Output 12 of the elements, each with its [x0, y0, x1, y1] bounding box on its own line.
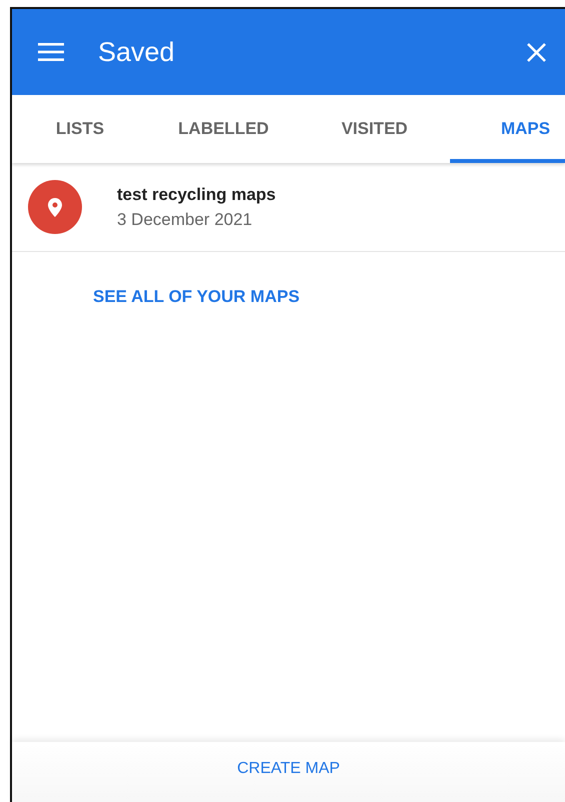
map-date: 3 December 2021: [117, 209, 254, 231]
menu-icon[interactable]: [38, 43, 64, 61]
tab[interactable]: LISTS: [12, 95, 148, 163]
map-title[interactable]: test recycling maps: [117, 182, 276, 207]
see-all-maps-link[interactable]: SEE ALL OF YOUR MAPS: [93, 284, 300, 310]
create-map-button[interactable]: CREATE MAP: [237, 757, 340, 787]
tab[interactable]: LABELLED: [148, 95, 299, 163]
tab[interactable]: MAPS: [450, 95, 565, 163]
header-title: Saved: [98, 36, 176, 69]
close-icon[interactable]: [526, 42, 547, 62]
tab[interactable]: VISITED: [299, 95, 450, 163]
map-pin-avatar-icon: [28, 180, 82, 234]
